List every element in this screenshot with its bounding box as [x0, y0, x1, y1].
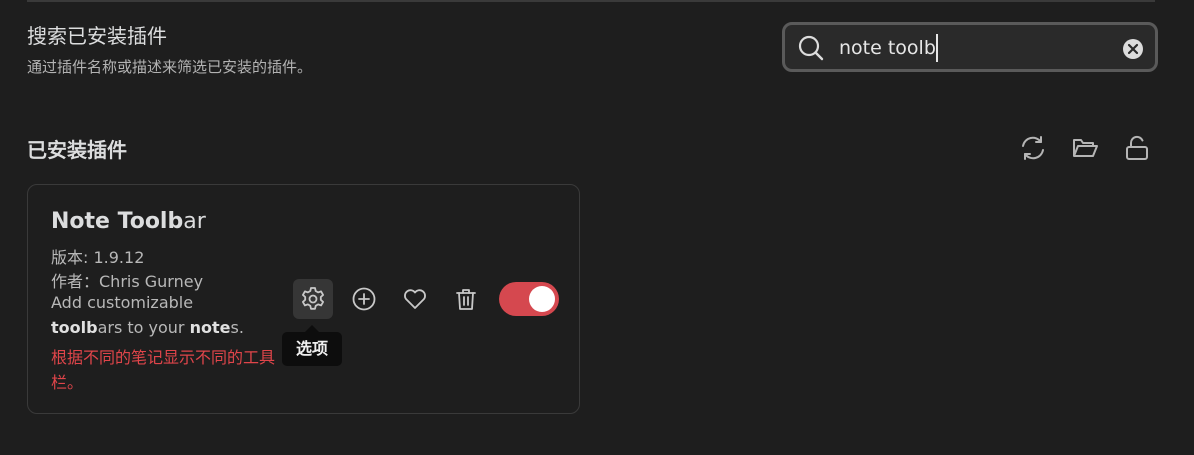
desc-match: note [189, 318, 231, 337]
installed-plugins-heading: 已安装插件 [27, 138, 127, 162]
text-caret [936, 34, 938, 62]
plugin-name-match: Note Toolb [51, 209, 184, 234]
search-setting-row: 搜索已安装插件 通过插件名称或描述来筛选已安装的插件。 [27, 18, 1158, 80]
clear-search-icon[interactable] [1122, 38, 1144, 60]
search-box[interactable] [782, 22, 1158, 72]
section-actions [1016, 130, 1154, 166]
desc-part: Add customizable [51, 293, 194, 312]
search-input[interactable] [839, 33, 1109, 63]
plugin-actions [293, 279, 559, 319]
add-hotkey-button[interactable] [344, 279, 384, 319]
trash-icon [456, 289, 476, 310]
top-divider [27, 0, 1155, 2]
folder-open-icon [1073, 139, 1098, 157]
plugin-card: Note Toolbar 版本: 1.9.12 作者：Chris Gurney … [27, 184, 580, 414]
restricted-mode-button[interactable] [1120, 130, 1154, 166]
desc-part: ars to your [97, 318, 190, 337]
plugin-name-rest: ar [183, 209, 206, 234]
search-icon [798, 35, 824, 61]
donate-button[interactable] [395, 279, 435, 319]
plugin-version: 版本: 1.9.12 [51, 248, 145, 267]
desc-part: s. [230, 318, 244, 337]
desc-match: toolb [51, 318, 98, 337]
plugin-author: 作者：Chris Gurney [51, 272, 204, 291]
unlock-icon [1126, 135, 1148, 160]
toggle-knob [529, 286, 555, 312]
plugin-warning: 根据不同的笔记显示不同的工具栏。 [51, 348, 276, 392]
plus-circle-icon [352, 287, 376, 311]
plugin-name: Note Toolbar [51, 209, 206, 234]
plugin-enable-toggle[interactable] [499, 282, 559, 316]
plugin-description: Add customizable toolbars to your notes. [51, 290, 281, 340]
refresh-icon [1022, 136, 1044, 160]
uninstall-button[interactable] [446, 279, 486, 319]
setting-title: 搜索已安装插件 [27, 24, 167, 48]
reload-plugins-button[interactable] [1016, 130, 1050, 166]
tooltip-arrow [305, 325, 319, 332]
setting-description: 通过插件名称或描述来筛选已安装的插件。 [27, 58, 313, 76]
heart-icon [404, 289, 426, 309]
open-plugins-folder-button[interactable] [1068, 130, 1102, 166]
options-button[interactable] [293, 279, 333, 319]
options-tooltip: 选项 [282, 332, 342, 366]
gear-icon [302, 287, 324, 310]
